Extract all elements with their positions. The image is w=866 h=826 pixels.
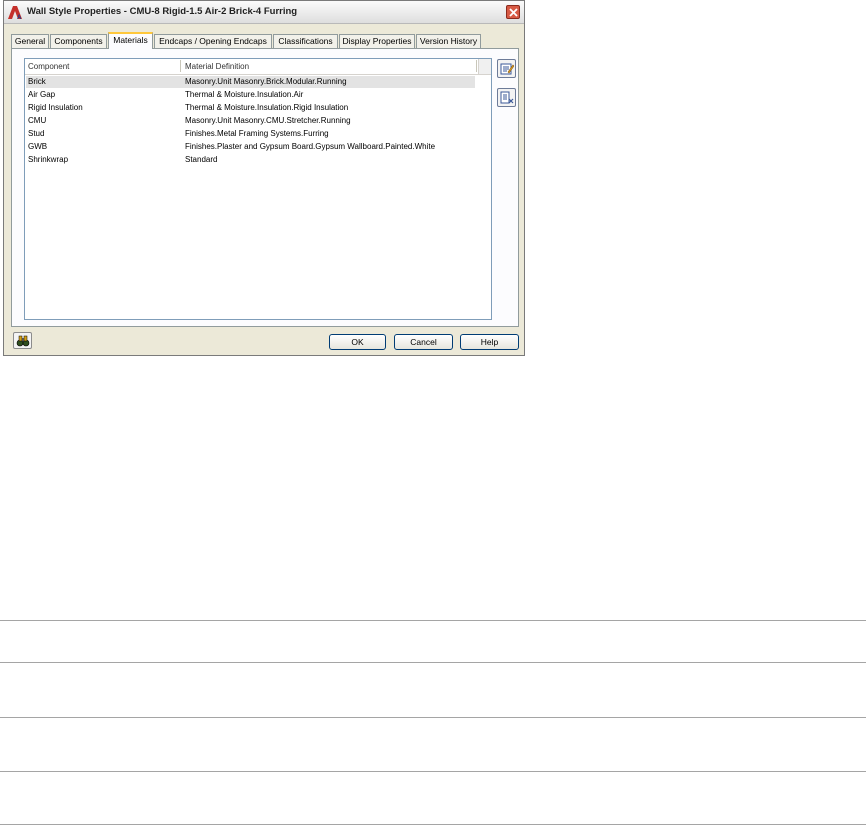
divider-line (0, 662, 866, 663)
component-cell: Brick (28, 77, 46, 86)
list-header: Component Material Definition (25, 59, 491, 75)
material-cell: Thermal & Moisture.Insulation.Rigid Insu… (185, 103, 349, 112)
tab-classifications[interactable]: Classifications (273, 34, 338, 48)
tab-strip: General Components Materials Endcaps / O… (11, 32, 511, 49)
tab-general[interactable]: General (11, 34, 49, 48)
table-row[interactable]: Brick Masonry.Unit Masonry.Brick.Modular… (26, 76, 475, 88)
divider-line (0, 717, 866, 718)
cancel-button[interactable]: Cancel (394, 334, 453, 350)
column-header-component[interactable]: Component (28, 62, 69, 71)
table-row[interactable]: Rigid Insulation Thermal & Moisture.Insu… (26, 102, 475, 114)
window-title: Wall Style Properties - CMU-8 Rigid-1.5 … (27, 6, 298, 17)
component-cell: Air Gap (28, 90, 56, 99)
materials-panel: Component Material Definition Brick Maso… (11, 48, 519, 327)
materials-list[interactable]: Component Material Definition Brick Maso… (24, 58, 492, 320)
material-tool-icon (500, 91, 514, 104)
tab-version-history[interactable]: Version History (416, 34, 481, 48)
ok-button[interactable]: OK (329, 334, 386, 350)
header-scroll-stub (478, 59, 491, 74)
column-divider[interactable] (180, 60, 181, 72)
column-header-material-definition[interactable]: Material Definition (185, 62, 249, 71)
binoculars-button[interactable] (13, 332, 32, 349)
divider-line (0, 620, 866, 621)
table-row[interactable]: Shrinkwrap Standard (26, 154, 475, 166)
tab-endcaps[interactable]: Endcaps / Opening Endcaps (154, 34, 272, 48)
close-icon (509, 8, 518, 17)
component-cell: Rigid Insulation (28, 103, 83, 112)
divider-line (0, 824, 866, 825)
table-row[interactable]: GWB Finishes.Plaster and Gypsum Board.Gy… (26, 141, 475, 153)
edit-material-icon (500, 63, 514, 75)
tab-materials[interactable]: Materials (108, 32, 153, 49)
table-row[interactable]: CMU Masonry.Unit Masonry.CMU.Stretcher.R… (26, 115, 475, 127)
material-cell: Finishes.Plaster and Gypsum Board.Gypsum… (185, 142, 436, 151)
title-bar[interactable]: A Wall Style Properties - CMU-8 Rigid-1.… (4, 1, 524, 24)
edit-material-button[interactable] (497, 59, 516, 78)
tab-display-properties[interactable]: Display Properties (339, 34, 415, 48)
svg-text:A: A (17, 15, 22, 20)
tab-components[interactable]: Components (50, 34, 107, 48)
component-cell: Shrinkwrap (28, 155, 69, 164)
help-button[interactable]: Help (460, 334, 519, 350)
wall-style-properties-dialog: A Wall Style Properties - CMU-8 Rigid-1.… (3, 0, 525, 356)
component-cell: CMU (28, 116, 47, 125)
material-cell: Masonry.Unit Masonry.Brick.Modular.Runni… (185, 77, 347, 86)
material-cell: Thermal & Moisture.Insulation.Air (185, 90, 304, 99)
material-cell: Finishes.Metal Framing Systems.Furring (185, 129, 329, 138)
table-row[interactable]: Stud Finishes.Metal Framing Systems.Furr… (26, 128, 475, 140)
material-cell: Masonry.Unit Masonry.CMU.Stretcher.Runni… (185, 116, 351, 125)
autocad-app-icon: A (7, 4, 23, 21)
column-divider[interactable] (476, 60, 477, 72)
material-tool-button[interactable] (497, 88, 516, 107)
component-cell: GWB (28, 142, 48, 151)
binoculars-icon (16, 335, 30, 347)
divider-line (0, 771, 866, 772)
table-row[interactable]: Air Gap Thermal & Moisture.Insulation.Ai… (26, 89, 475, 101)
material-cell: Standard (185, 155, 218, 164)
close-button[interactable] (506, 5, 520, 19)
component-cell: Stud (28, 129, 45, 138)
